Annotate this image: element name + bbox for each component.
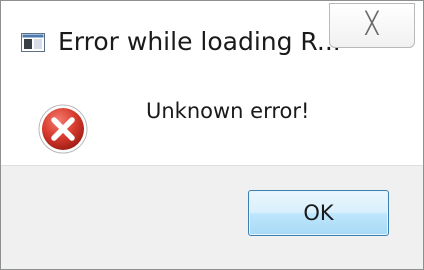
close-icon: ╳ (365, 11, 379, 35)
close-button[interactable]: ╳ (329, 3, 415, 48)
application-window-icon (21, 33, 45, 52)
error-dialog-window: Error while loading R... ╳ Unknown error… (0, 0, 424, 270)
title-bar[interactable]: Error while loading R... ╳ (1, 1, 423, 69)
ok-button[interactable]: OK (248, 190, 389, 236)
window-title: Error while loading R... (58, 27, 341, 56)
error-icon (38, 104, 88, 154)
error-message: Unknown error! (146, 99, 310, 123)
